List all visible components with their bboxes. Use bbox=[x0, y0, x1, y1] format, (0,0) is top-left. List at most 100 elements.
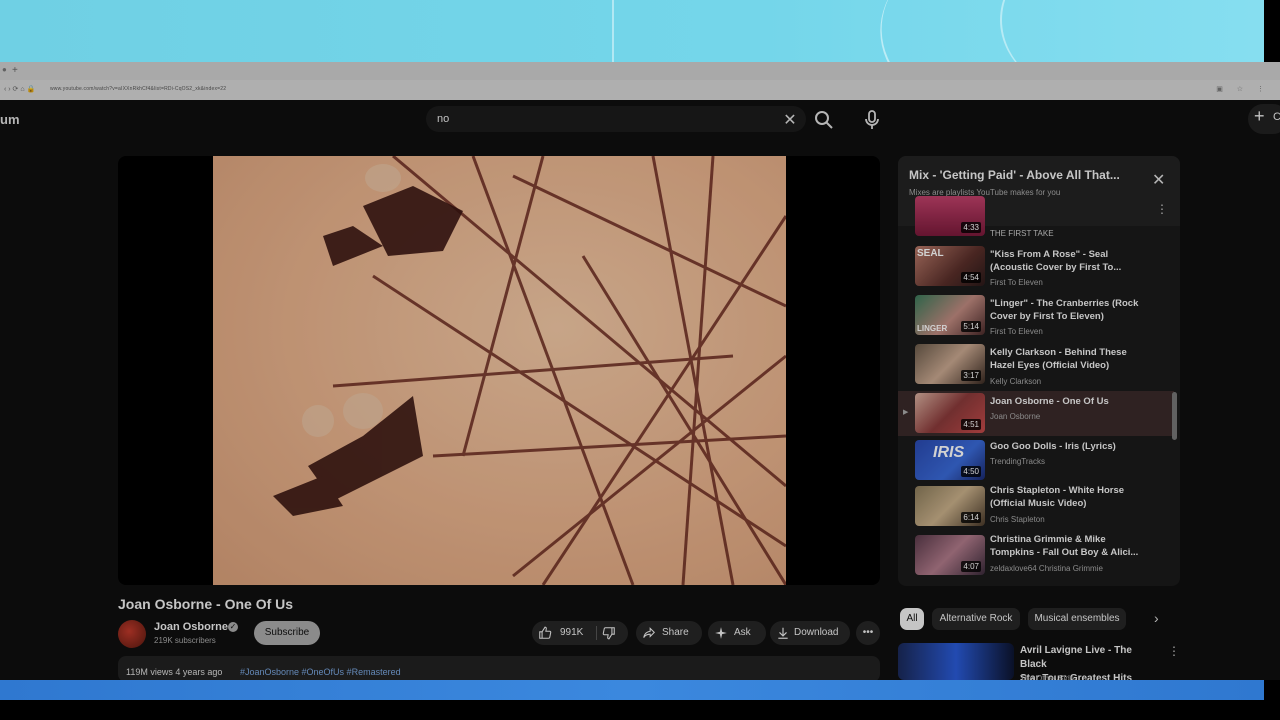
duration-badge: 3:17 bbox=[961, 370, 981, 381]
video-title: Joan Osborne - One Of Us bbox=[118, 596, 294, 612]
verified-icon: ✓ bbox=[228, 622, 238, 632]
close-icon[interactable]: ✕ bbox=[1152, 170, 1165, 190]
item-title: Christina Grimmie & Mike Tompkins - Fall … bbox=[990, 534, 1139, 558]
download-label: Download bbox=[794, 627, 839, 638]
duration-badge: 4:50 bbox=[961, 466, 981, 477]
item-channel: TrendingTracks bbox=[990, 457, 1045, 466]
playlist-title[interactable]: Mix - 'Getting Paid' - Above All That... bbox=[909, 168, 1120, 182]
youtube-page: um no ✕ + C Joan Osborne - One Of Us Joa… bbox=[0, 100, 1280, 684]
more-vertical-icon[interactable]: ⋮ bbox=[1156, 202, 1168, 216]
playlist-item[interactable]: 6:14 Chris Stapleton - White Horse (Offic… bbox=[898, 484, 1174, 532]
channel-name[interactable]: Joan Osborne bbox=[154, 621, 228, 633]
sparkle-icon bbox=[715, 627, 727, 639]
duration-badge: 4:54 bbox=[961, 272, 981, 283]
search-icon bbox=[815, 111, 833, 129]
item-channel: Chris Stapleton bbox=[990, 515, 1045, 524]
video-thumbnail: 3:17 bbox=[915, 344, 985, 384]
browser-toolbar-icons[interactable]: ▣ ☆ ⋮ bbox=[1216, 85, 1270, 93]
item-title: Goo Goo Dolls - Iris (Lyrics) bbox=[990, 441, 1116, 452]
video-thumbnail: IRIS 4:50 bbox=[915, 440, 985, 480]
now-playing-icon: ▶ bbox=[903, 409, 909, 416]
item-channel: First To Eleven bbox=[990, 327, 1043, 336]
video-thumbnail: SEAL 4:54 bbox=[915, 246, 985, 286]
item-channel: Kelly Clarkson bbox=[990, 377, 1042, 386]
video-thumbnail: 4:07 bbox=[915, 535, 985, 575]
chip-alternative-rock[interactable]: Alternative Rock bbox=[932, 608, 1020, 630]
more-actions-button[interactable]: ••• bbox=[856, 621, 880, 645]
duration-badge: 4:51 bbox=[961, 419, 981, 430]
download-button[interactable]: Download bbox=[770, 621, 850, 645]
thumbs-down-icon[interactable] bbox=[602, 626, 616, 640]
duration-badge: 4:33 bbox=[961, 222, 981, 233]
item-title: Kelly Clarkson - Behind These Hazel Eyes … bbox=[990, 347, 1127, 371]
like-dislike-group[interactable]: 991K bbox=[532, 621, 628, 645]
desktop-edge bbox=[1264, 0, 1280, 62]
voice-search-button[interactable] bbox=[860, 108, 884, 132]
playlist-item-partial[interactable]: 4:33 THE FIRST TAKE bbox=[898, 196, 1174, 242]
duration-badge: 6:14 bbox=[961, 512, 981, 523]
channel-avatar[interactable] bbox=[118, 620, 146, 648]
duration-badge: 5:14 bbox=[961, 321, 981, 332]
video-frame[interactable] bbox=[213, 156, 786, 585]
new-tab-icon[interactable]: + bbox=[12, 65, 18, 76]
video-thumbnail: 4:33 bbox=[915, 196, 985, 236]
address-url[interactable]: www.youtube.com/watch?v=aIXXnRkhCf4&list… bbox=[50, 86, 226, 92]
item-title: "Linger" - The Cranberries (Rock Cover by… bbox=[990, 298, 1139, 322]
thumbs-up-icon[interactable] bbox=[538, 626, 552, 640]
browser-address-bar[interactable]: ‹ › ⟳ ⌂ 🔒 www.youtube.com/watch?v=aIXXnR… bbox=[0, 80, 1280, 101]
chip-all[interactable]: All bbox=[900, 608, 924, 630]
share-button[interactable]: Share bbox=[636, 621, 702, 645]
clear-icon[interactable]: ✕ bbox=[782, 110, 798, 129]
subscriber-count: 219K subscribers bbox=[154, 636, 216, 645]
create-label: C bbox=[1273, 111, 1280, 123]
channel-name: THE FIRST TAKE bbox=[990, 229, 1054, 238]
item-channel: zeldaxlove64 Christina Grimmie bbox=[990, 564, 1103, 573]
search-button[interactable] bbox=[812, 108, 836, 132]
playlist-item[interactable]: LINGER 5:14 "Linger" - The Cranberries (… bbox=[898, 293, 1174, 341]
ferris-wheel-image bbox=[273, 156, 786, 585]
ask-button[interactable]: Ask bbox=[708, 621, 766, 645]
item-channel: Joan Osborne bbox=[990, 412, 1041, 421]
more-vertical-icon[interactable]: ⋮ bbox=[1168, 644, 1180, 658]
youtube-logo[interactable]: um bbox=[0, 112, 20, 127]
playlist-item[interactable]: 3:17 Kelly Clarkson - Behind These Hazel … bbox=[898, 342, 1174, 390]
more-horizontal-icon: ••• bbox=[862, 627, 874, 638]
item-channel: First To Eleven bbox=[990, 278, 1043, 287]
hashtags[interactable]: #JoanOsborne #OneOfUs #Remastered bbox=[240, 667, 401, 677]
download-icon bbox=[778, 627, 788, 639]
duration-badge: 4:07 bbox=[961, 561, 981, 572]
video-thumbnail: 6:14 bbox=[915, 486, 985, 526]
description-box[interactable]: 119M views 4 years ago #JoanOsborne #One… bbox=[118, 656, 880, 682]
share-label: Share bbox=[662, 627, 689, 638]
video-thumbnail: 4:51 bbox=[915, 393, 985, 433]
desktop-taskbar bbox=[0, 680, 1264, 700]
video-player[interactable] bbox=[118, 156, 880, 585]
chip-musical-ensembles[interactable]: Musical ensembles bbox=[1028, 608, 1126, 630]
like-count: 991K bbox=[560, 627, 584, 638]
search-value[interactable]: no bbox=[437, 113, 449, 125]
chevron-right-icon[interactable]: › bbox=[1154, 610, 1159, 626]
plus-icon: + bbox=[1254, 106, 1265, 126]
playlist-item[interactable]: SEAL 4:54 "Kiss From A Rose" - Seal (Acou… bbox=[898, 244, 1174, 292]
views-and-age: 119M views 4 years ago bbox=[126, 667, 223, 677]
subscribe-button[interactable]: Subscribe bbox=[254, 621, 320, 645]
item-title: Joan Osborne - One Of Us bbox=[990, 396, 1109, 407]
playlist-item[interactable]: 4:07 Christina Grimmie & Mike Tompkins - … bbox=[898, 533, 1174, 581]
desktop-wallpaper bbox=[0, 0, 1264, 62]
item-title: Chris Stapleton - White Horse (Official M… bbox=[990, 485, 1125, 509]
ask-label: Ask bbox=[734, 627, 751, 638]
item-title: "Kiss From A Rose" - Seal (Acoustic Cover… bbox=[990, 249, 1122, 273]
nav-icons[interactable]: ‹ › ⟳ ⌂ 🔒 bbox=[4, 85, 35, 93]
browser-tab-strip: ● + bbox=[0, 62, 1280, 80]
playlist-scrollbar[interactable] bbox=[1172, 392, 1177, 440]
video-thumbnail: LINGER 5:14 bbox=[915, 295, 985, 335]
playlist-item[interactable]: IRIS 4:50 Goo Goo Dolls - Iris (Lyrics) … bbox=[898, 438, 1174, 482]
playlist-item-current[interactable]: ▶ 4:51 Joan Osborne - One Of Us Joan Osb… bbox=[898, 391, 1174, 436]
recommendation-thumbnail[interactable] bbox=[898, 643, 1014, 680]
microphone-icon bbox=[865, 110, 879, 129]
tab-dot-icon: ● bbox=[2, 65, 7, 74]
search-input[interactable]: no ✕ bbox=[426, 106, 806, 132]
share-icon bbox=[643, 627, 655, 638]
create-button[interactable]: + C bbox=[1248, 104, 1280, 134]
screen-bottom-edge bbox=[0, 700, 1280, 720]
